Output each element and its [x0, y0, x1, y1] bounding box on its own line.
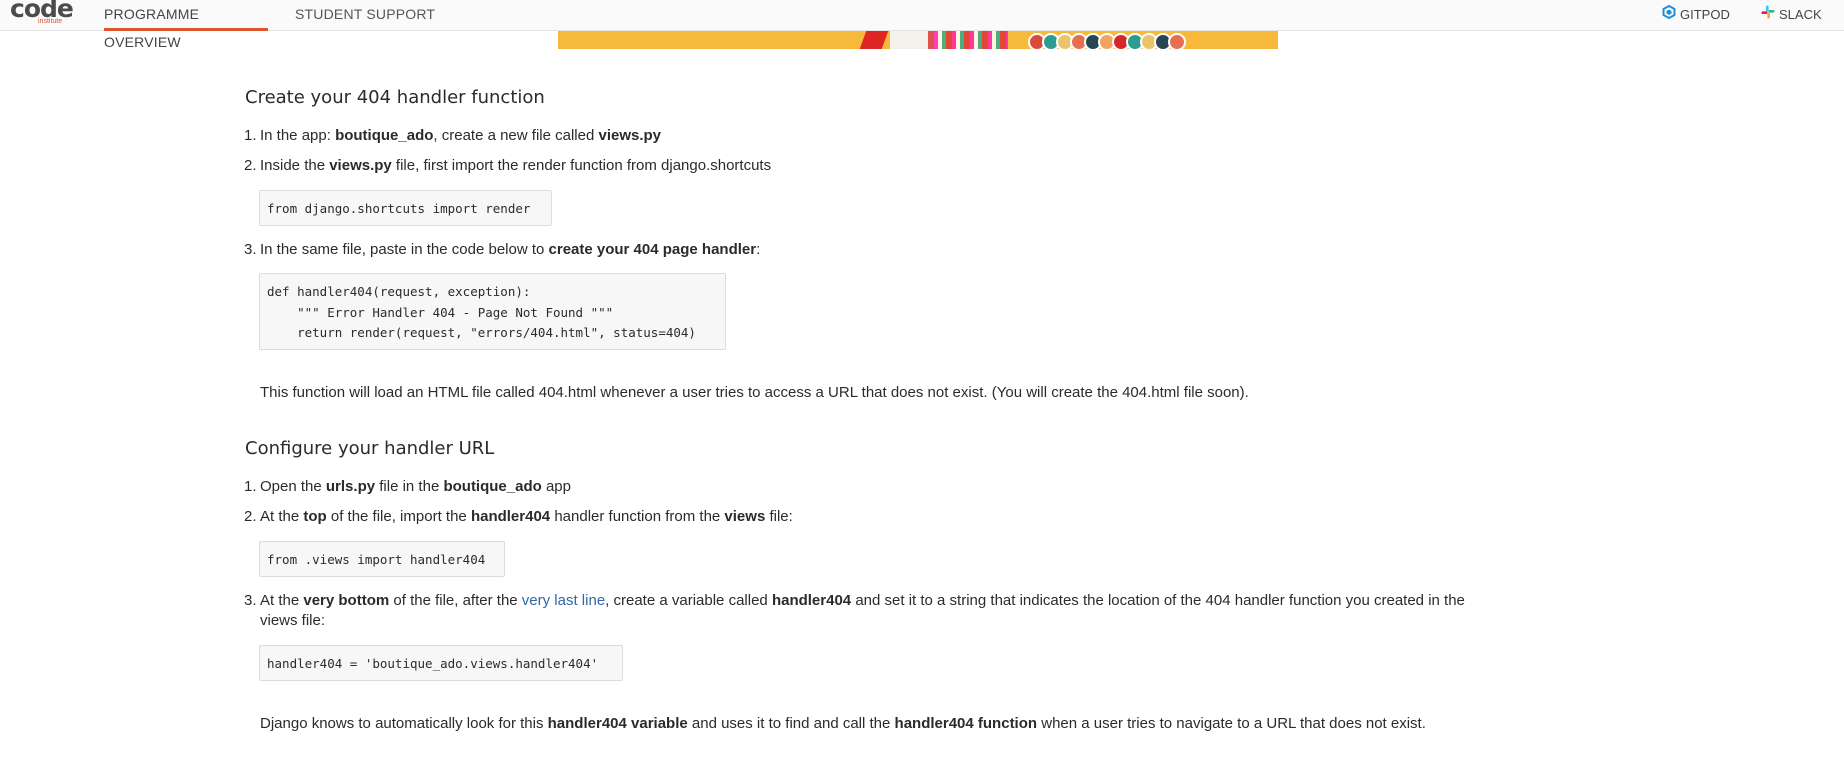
list-item-continuation: views file:: [260, 612, 326, 629]
list-item: 2. At the top of the file, import the han…: [244, 508, 793, 525]
list-item: 1. In the app: boutique_ado, create a new…: [244, 127, 662, 144]
tab-student-support[interactable]: STUDENT SUPPORT: [295, 0, 435, 31]
code-block[interactable]: from .views import handler404: [259, 541, 505, 577]
very-last-line-link[interactable]: very last line: [522, 592, 605, 609]
header-banner-image: [558, 31, 1278, 49]
top-navbar: code institute PROGRAMME OVERVIEW STUDEN…: [0, 0, 1844, 50]
gitpod-link[interactable]: GITPOD: [1662, 0, 1730, 29]
list-item: 1. Open the urls.py file in the boutique_…: [244, 478, 571, 495]
list-item: 3. At the very bottom of the file, after …: [244, 592, 1465, 609]
explanation-text: Django knows to automatically look for t…: [260, 715, 1426, 732]
section-title-404-handler: Create your 404 handler function: [245, 87, 545, 108]
gitpod-label: GITPOD: [1680, 6, 1730, 22]
list-item: 3. In the same file, paste in the code be…: [244, 241, 761, 258]
tab-programme-overview[interactable]: PROGRAMME OVERVIEW: [104, 0, 268, 50]
explanation-text: This function will load an HTML file cal…: [260, 384, 1249, 401]
list-item: 2. Inside the views.py file, first import…: [244, 157, 772, 174]
code-block[interactable]: def handler404(request, exception): """ …: [259, 273, 726, 350]
section-title-handler-url: Configure your handler URL: [245, 438, 495, 459]
code-institute-logo[interactable]: code institute: [10, 0, 74, 25]
gitpod-icon: [1662, 1, 1676, 29]
code-block[interactable]: from django.shortcuts import render: [259, 190, 552, 226]
code-block[interactable]: handler404 = 'boutique_ado.views.handler…: [259, 645, 623, 681]
slack-link[interactable]: SLACK: [1761, 0, 1822, 29]
slack-icon: [1761, 1, 1775, 29]
slack-label: SLACK: [1779, 6, 1822, 22]
logo-subtitle: institute: [38, 18, 63, 25]
